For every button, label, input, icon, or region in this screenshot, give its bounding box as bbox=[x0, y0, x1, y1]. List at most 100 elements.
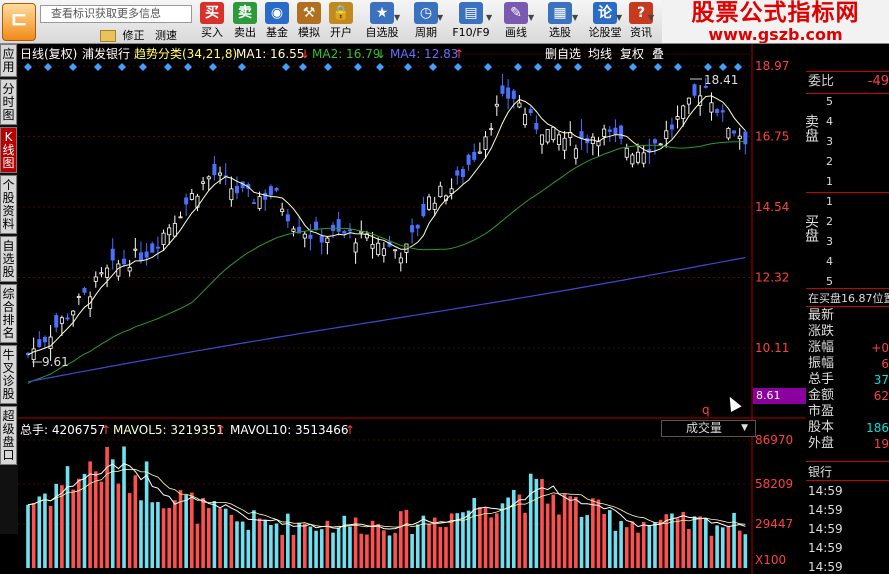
top-toolbar: ㄷ 查看标识获取更多信息 修正 测速 买买入卖卖出 ◉ 基金 ⚒ 模拟 🔒 开户 ★ 自选股 ▼ ◷… bbox=[0, 0, 889, 44]
sidebar-tab-2[interactable]: K线图 bbox=[0, 127, 17, 173]
volume-bar bbox=[698, 516, 702, 568]
candle-body bbox=[105, 267, 110, 278]
candle-body bbox=[65, 317, 70, 320]
quote-row-value-8: 19 bbox=[873, 437, 889, 451]
toolbar-button-label: 选股 bbox=[549, 26, 571, 39]
toolbar-button-10[interactable]: 论论股堂 bbox=[586, 2, 624, 42]
sidebar-tab-1[interactable]: 分时图 bbox=[0, 79, 17, 125]
mavol5-up-arrow: ↑ bbox=[216, 423, 226, 437]
toolbar-button-3[interactable]: ⚒ 模拟 bbox=[294, 2, 324, 42]
candle-body bbox=[432, 202, 437, 210]
section-label: 银行 bbox=[808, 465, 833, 479]
sidebar-tab-5[interactable]: 综合排名 bbox=[0, 284, 17, 343]
candle-body bbox=[42, 337, 47, 343]
candle-body bbox=[398, 257, 403, 264]
volume-bar bbox=[664, 514, 669, 568]
signal-diamond-icon bbox=[484, 63, 492, 71]
header-action-0[interactable]: 删自选 bbox=[545, 47, 581, 61]
candle-body bbox=[421, 204, 426, 217]
chevron-down-icon[interactable]: ▼ bbox=[437, 13, 443, 22]
toolbar-button-5[interactable]: ★ 自选股 bbox=[362, 2, 402, 42]
candle-body bbox=[528, 109, 533, 114]
sidebar-tab-6[interactable]: 牛叉诊股 bbox=[0, 345, 17, 404]
candle-body bbox=[172, 223, 177, 237]
chevron-down-icon[interactable]: ▼ bbox=[394, 13, 400, 22]
toolbar-button-2[interactable]: ◉ 基金 bbox=[262, 2, 292, 42]
candle-body bbox=[206, 176, 211, 180]
toolbar-button-label: 画线 bbox=[505, 26, 527, 39]
toolbar-button-11[interactable]: ? 资讯 bbox=[626, 2, 656, 42]
quote-divider bbox=[806, 71, 889, 72]
toolbar-button-9[interactable]: ▦ 选股 bbox=[540, 2, 580, 42]
volume-bar bbox=[302, 523, 307, 568]
weibi-value: -49 bbox=[867, 74, 889, 89]
ma2-value: MA2: 16.79 bbox=[312, 47, 380, 61]
volume-bar bbox=[720, 527, 725, 568]
volume-bar bbox=[65, 466, 70, 568]
stock-name: 浦发银行 bbox=[82, 46, 130, 61]
toolbar-button-0[interactable]: 买买入 bbox=[197, 2, 227, 42]
header-action-1[interactable]: 均线 bbox=[588, 47, 612, 61]
volume-bar bbox=[613, 530, 618, 568]
candle-body bbox=[144, 251, 149, 258]
sidebar-tab-0[interactable]: 应用 bbox=[0, 44, 17, 77]
kline-chart[interactable]: 18.97 16.75 14.54 12.32 10.11 日线(复权) 浦发银行 趋势分类(… bbox=[18, 44, 806, 574]
quote-row-value-2: +0 bbox=[871, 341, 889, 355]
chevron-down-icon[interactable]: ▼ bbox=[528, 13, 534, 22]
volume-bar bbox=[280, 534, 284, 568]
candle-body bbox=[229, 188, 234, 201]
buy-level-2: 3 bbox=[826, 235, 833, 248]
candle-body bbox=[376, 242, 381, 256]
candle-body bbox=[319, 235, 324, 243]
ma1-value: MA1: 16.55 bbox=[236, 47, 304, 61]
candle-body bbox=[602, 128, 607, 137]
volume-indicator-select[interactable]: 成交量 ▼ bbox=[661, 420, 756, 437]
toolbar-button-1[interactable]: 卖卖出 bbox=[230, 2, 260, 42]
chevron-down-icon[interactable]: ▼ bbox=[616, 13, 622, 22]
candle-body bbox=[167, 227, 172, 236]
price-axis-label: 16.75 bbox=[755, 130, 789, 144]
speed-test-link[interactable]: 测速 bbox=[155, 29, 177, 42]
volume-bar bbox=[551, 494, 556, 568]
search-input[interactable]: 查看标识获取更多信息 bbox=[40, 5, 192, 23]
app-window: ㄷ 查看标识获取更多信息 修正 测速 买买入卖卖出 ◉ 基金 ⚒ 模拟 🔒 开户 ★ 自选股 ▼ ◷… bbox=[0, 0, 889, 574]
volume-bar bbox=[404, 509, 409, 568]
candle-body bbox=[466, 154, 471, 165]
volume-bar bbox=[557, 514, 561, 568]
candle-body bbox=[133, 248, 138, 251]
chevron-down-icon[interactable]: ▼ bbox=[648, 13, 654, 22]
candle-body bbox=[669, 124, 674, 130]
candle-body bbox=[415, 224, 420, 229]
quote-divider bbox=[806, 480, 889, 481]
volume-bar bbox=[726, 526, 731, 568]
header-action-3[interactable]: 叠 bbox=[652, 47, 664, 61]
signal-diamond-icon bbox=[69, 63, 77, 71]
sidebar-tab-4[interactable]: 自选股 bbox=[0, 236, 17, 282]
chevron-down-icon[interactable]: ▼ bbox=[572, 13, 578, 22]
sidebar-tab-7[interactable]: 超级盘口 bbox=[0, 406, 17, 465]
candle-body bbox=[161, 232, 166, 245]
header-action-2[interactable]: 复权 bbox=[620, 47, 644, 61]
volume-bar bbox=[743, 534, 748, 568]
tick-time-4: 14:59 bbox=[808, 560, 843, 574]
volume-bar bbox=[410, 533, 414, 568]
chevron-down-icon[interactable]: ▼ bbox=[486, 13, 492, 22]
quote-divider bbox=[806, 93, 889, 94]
toolbar-button-8[interactable]: ✎ 画线 bbox=[496, 2, 536, 42]
candle-body bbox=[268, 186, 273, 196]
candle-body bbox=[370, 243, 375, 249]
toolbar-button-label: 开户 bbox=[330, 26, 352, 39]
volume-bar bbox=[133, 475, 138, 568]
toolbar-button-6[interactable]: ◷ 周期 bbox=[407, 2, 445, 42]
toolbar-button-label: 模拟 bbox=[298, 26, 320, 39]
volume-bar bbox=[201, 497, 205, 568]
signal-diamond-icon bbox=[324, 63, 332, 71]
volume-bar bbox=[607, 510, 612, 568]
candle-body bbox=[630, 154, 635, 165]
toolbar-button-4[interactable]: 🔒 开户 bbox=[326, 2, 356, 42]
toolbar-button-7[interactable]: ▤ F10/F9 bbox=[448, 2, 494, 42]
fix-link[interactable]: 修正 bbox=[123, 29, 145, 42]
sidebar-tab-3[interactable]: 个股资料 bbox=[0, 175, 17, 234]
app-logo-icon[interactable]: ㄷ bbox=[2, 3, 36, 41]
signal-diamond-icon bbox=[404, 63, 412, 71]
